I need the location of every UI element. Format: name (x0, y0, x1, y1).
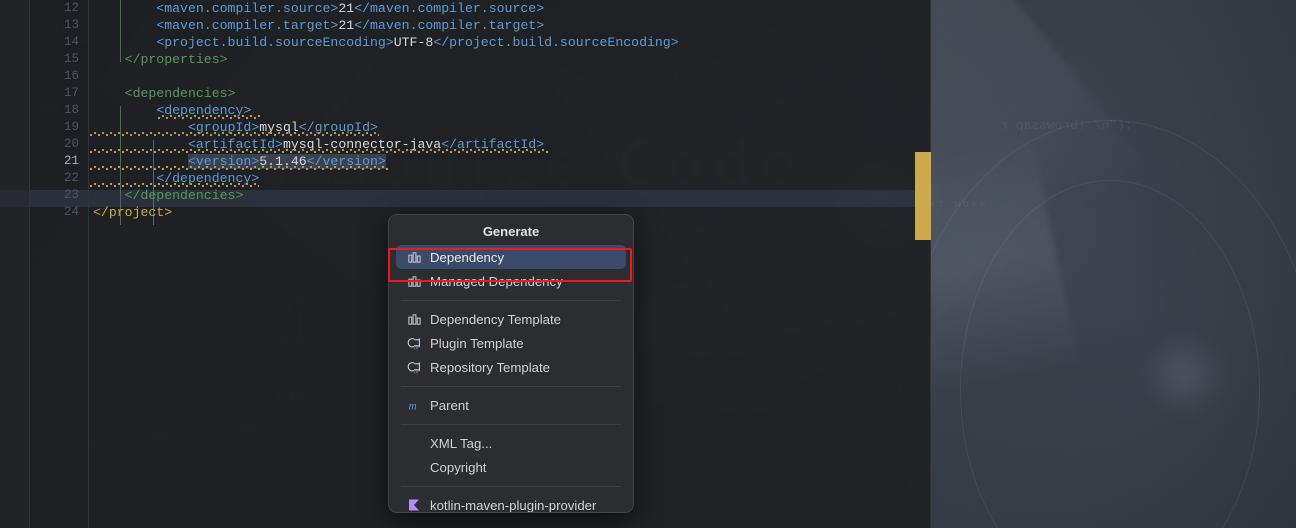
maven-m-icon: m (407, 398, 426, 413)
code-line[interactable]: <groupId>mysql</groupId> (89, 119, 930, 136)
code-line[interactable]: <maven.compiler.source>21</maven.compile… (89, 0, 930, 17)
code-token: </properties> (124, 52, 228, 67)
line-number[interactable]: 12 (31, 0, 88, 17)
wallpaper-code-line: ;("n/ !browssap r (1000, 118, 1133, 133)
svg-text:m: m (408, 400, 416, 412)
menu-item-parent[interactable]: m Parent (396, 393, 626, 417)
kotlin-k-icon (407, 498, 426, 512)
line-number[interactable]: 22 (31, 170, 88, 187)
menu-item-label: Plugin Template (430, 335, 524, 351)
menu-separator (401, 424, 621, 425)
line-number[interactable]: 15 (31, 51, 88, 68)
scrollbar-thumb[interactable] (915, 152, 931, 240)
menu-item-label: kotlin-maven-plugin-provider (430, 497, 597, 513)
menu-separator (401, 386, 621, 387)
menu-item-managed-dependency[interactable]: Managed Dependency (396, 269, 626, 293)
dependency-bars-icon (407, 274, 426, 289)
code-line[interactable]: <maven.compiler.target>21</maven.compile… (89, 17, 930, 34)
code-line[interactable]: <project.build.sourceEncoding>UTF-8</pro… (89, 34, 930, 51)
code-token: </project> (93, 205, 173, 220)
code-token: 21 (338, 18, 355, 33)
line-number[interactable]: 17 (31, 85, 88, 102)
menu-item-label: Dependency Template (430, 311, 561, 327)
line-number[interactable]: 16 (31, 68, 88, 85)
code-token: </dependencies> (124, 188, 244, 203)
menu-item-label: XML Tag... (430, 435, 493, 451)
code-line[interactable]: </dependency> (89, 170, 930, 187)
svg-text:m: m (414, 345, 418, 350)
code-line[interactable]: <dependency> (89, 102, 930, 119)
line-number[interactable]: 19 (31, 119, 88, 136)
code-token: </project.build.sourceEncoding> (433, 35, 679, 50)
code-token: 21 (338, 1, 355, 16)
menu-item-label: Copyright (430, 459, 487, 475)
code-line[interactable]: </properties> (89, 51, 930, 68)
popup-title: Generate (482, 224, 540, 239)
menu-item-label: Managed Dependency (430, 273, 563, 289)
line-number[interactable]: 14 (31, 34, 88, 51)
menu-item-dependency[interactable]: Dependency (396, 245, 626, 269)
code-token: <project.build.sourceEncoding> (156, 35, 394, 50)
code-token: <maven.compiler.target> (156, 18, 339, 33)
code-line[interactable]: <artifactId>mysql-connector-java</artifa… (89, 136, 930, 153)
menu-item-label: Dependency (430, 249, 505, 265)
code-token: <dependencies> (124, 86, 236, 101)
line-number[interactable]: 20 (31, 136, 88, 153)
line-number[interactable]: 13 (31, 17, 88, 34)
menu-item-label: Parent (430, 397, 469, 413)
code-line[interactable]: <dependencies> (89, 85, 930, 102)
menu-item-copyright[interactable]: Copyright (396, 455, 626, 479)
code-token: </maven.compiler.target> (354, 18, 545, 33)
code-line[interactable] (89, 68, 930, 85)
line-number[interactable]: 23 (31, 187, 88, 204)
code-line[interactable]: </dependencies> (89, 187, 930, 204)
line-number-gutter[interactable]: 12 13 14 15 16 17 18 19 20 21 22 23 24 (31, 0, 88, 528)
menu-item-dependency-template[interactable]: Dependency Template (396, 307, 626, 331)
line-number[interactable]: 24 (31, 204, 88, 221)
menu-item-label: Repository Template (430, 359, 550, 375)
plugin-plug-icon: m (407, 360, 426, 375)
generate-popup[interactable]: Generate Dependency Managed Dependency Dep… (388, 214, 634, 513)
popup-menu-list[interactable]: Dependency Managed Dependency Dependency T… (389, 245, 633, 513)
annotation-gutter[interactable] (0, 0, 30, 528)
menu-separator (401, 300, 621, 301)
menu-item-plugin-template[interactable]: m Plugin Template (396, 331, 626, 355)
code-token: </maven.compiler.source> (354, 1, 545, 16)
menu-item-kotlin-maven-plugin-provider[interactable]: kotlin-maven-plugin-provider (396, 493, 626, 513)
menu-item-repository-template[interactable]: m Repository Template (396, 355, 626, 379)
line-number[interactable]: 18 (31, 102, 88, 119)
code-token: <maven.compiler.source> (156, 1, 339, 16)
svg-text:m: m (414, 369, 418, 374)
code-token: UTF-8 (393, 35, 434, 50)
code-line[interactable]: <version>5.1.46</version> (89, 153, 930, 170)
plugin-plug-icon: m (407, 336, 426, 351)
menu-item-xml-tag[interactable]: XML Tag... (396, 431, 626, 455)
menu-separator (401, 486, 621, 487)
dependency-bars-icon (407, 312, 426, 327)
line-number[interactable]: 21 (31, 153, 88, 170)
dependency-bars-icon (407, 250, 426, 265)
